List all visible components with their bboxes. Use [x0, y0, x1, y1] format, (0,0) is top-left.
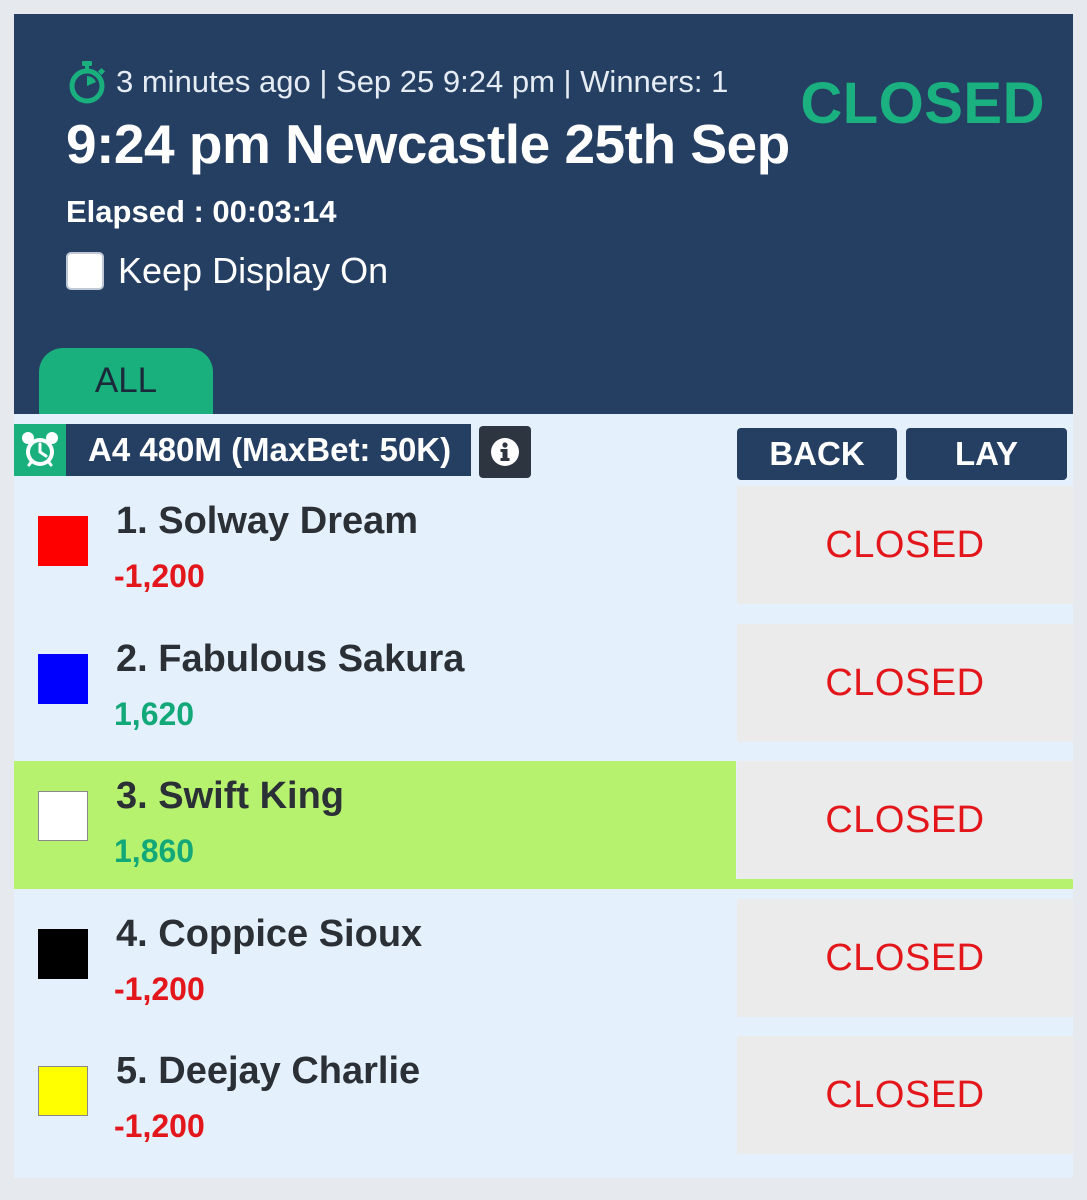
runner-row: 4. Coppice Sioux -1,200 CLOSED: [14, 899, 1073, 1027]
market-bar: A4 480M (MaxBet: 50K): [14, 424, 532, 478]
runner-silk: [38, 654, 88, 704]
alarm-clock-icon: [14, 424, 66, 476]
runner-odds-closed[interactable]: CLOSED: [737, 899, 1073, 1017]
runner-profit-loss: -1,200: [114, 558, 205, 594]
runner-profit-loss: -1,200: [114, 1108, 205, 1144]
info-button[interactable]: [479, 426, 532, 478]
stopwatch-icon: [69, 61, 106, 104]
race-header: 3 minutes ago | Sep 25 9:24 pm | Winners…: [14, 14, 1073, 414]
runner-silk: [38, 929, 88, 979]
runner-name: 2. Fabulous Sakura: [116, 638, 465, 680]
runner-row: 5. Deejay Charlie -1,200 CLOSED: [14, 1036, 1073, 1164]
lay-button[interactable]: LAY: [906, 428, 1067, 480]
runner-info: 4. Coppice Sioux -1,200: [14, 899, 736, 1027]
runner-silk: [38, 1066, 88, 1116]
runner-odds-closed[interactable]: CLOSED: [737, 624, 1073, 742]
runner-info: 5. Deejay Charlie -1,200: [14, 1036, 736, 1164]
runner-name: 1. Solway Dream: [116, 500, 419, 542]
race-title: 9:24 pm Newcastle 25th Sep: [66, 113, 790, 175]
runner-row: 1. Solway Dream -1,200 CLOSED: [14, 486, 1073, 614]
keep-display-checkbox[interactable]: [66, 252, 104, 290]
tab-all[interactable]: ALL: [39, 348, 213, 414]
runner-info: 2. Fabulous Sakura 1,620: [14, 624, 736, 752]
runner-silk: [38, 516, 88, 566]
runner-odds-closed[interactable]: CLOSED: [737, 1036, 1073, 1154]
elapsed-timer: Elapsed : 00:03:14: [66, 194, 337, 229]
tab-all-label: ALL: [94, 361, 158, 400]
race-meta-line: 3 minutes ago | Sep 25 9:24 pm | Winners…: [66, 60, 728, 104]
runner-profit-loss: 1,620: [114, 696, 195, 732]
runner-odds-closed[interactable]: CLOSED: [737, 486, 1073, 604]
runner-info: 1. Solway Dream -1,200: [14, 486, 736, 614]
runner-info: 3. Swift King 1,860: [14, 761, 736, 889]
market-panel: 3 minutes ago | Sep 25 9:24 pm | Winners…: [14, 14, 1073, 1178]
market-name: A4 480M (MaxBet: 50K): [66, 424, 472, 476]
runner-profit-loss: -1,200: [114, 971, 205, 1007]
runner-odds-closed[interactable]: CLOSED: [737, 761, 1073, 879]
winner-underline: [14, 879, 1073, 889]
runner-profit-loss: 1,860: [114, 833, 195, 869]
runner-name: 5. Deejay Charlie: [116, 1050, 421, 1092]
race-meta-text: 3 minutes ago | Sep 25 9:24 pm | Winners…: [116, 64, 729, 99]
runner-row: 2. Fabulous Sakura 1,620 CLOSED: [14, 624, 1073, 752]
alarm-clock-svg: [22, 432, 58, 467]
runner-row: 3. Swift King 1,860 CLOSED: [14, 761, 1073, 889]
market-status: CLOSED: [800, 71, 1045, 136]
runner-name: 4. Coppice Sioux: [116, 913, 423, 955]
runner-name: 3. Swift King: [116, 775, 344, 817]
keep-display-label: Keep Display On: [118, 250, 389, 291]
back-button[interactable]: BACK: [737, 428, 897, 480]
runner-silk: [38, 791, 88, 841]
keep-display-toggle[interactable]: Keep Display On: [66, 250, 388, 292]
info-icon: [491, 438, 520, 466]
